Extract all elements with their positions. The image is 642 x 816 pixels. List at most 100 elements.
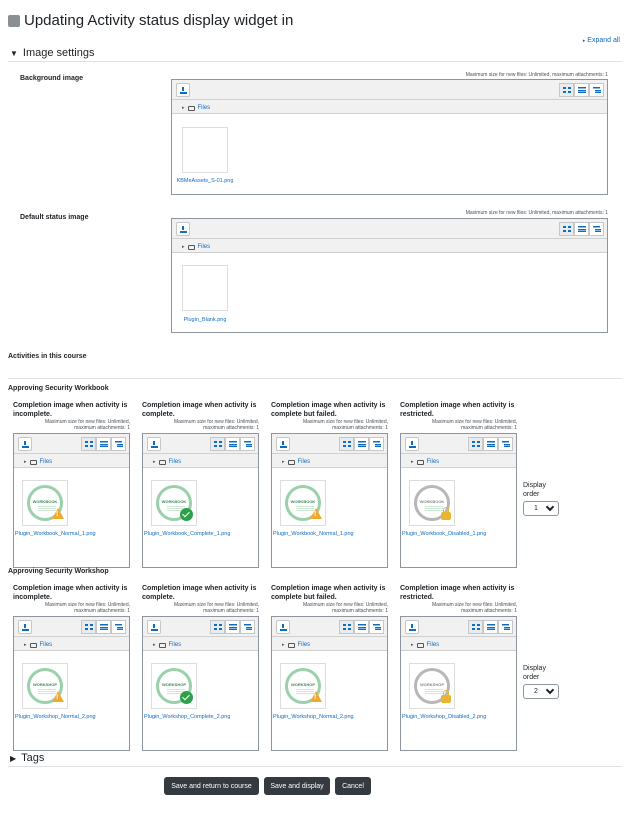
file-thumbnail[interactable]: WORKBOOK	[151, 480, 197, 526]
fm-toolbar	[272, 434, 387, 454]
view-mode-group	[559, 83, 604, 97]
view-details-button[interactable]	[96, 620, 111, 634]
grid-icon	[342, 441, 351, 447]
view-icons-button[interactable]	[210, 620, 225, 634]
add-file-button[interactable]	[18, 620, 32, 634]
view-tree-button[interactable]	[498, 437, 513, 451]
view-icons-button[interactable]	[559, 222, 574, 236]
default-status-filemanager: ▸ Files Plugin_Blank.png	[171, 218, 608, 333]
view-tree-button[interactable]	[589, 83, 604, 97]
file-name[interactable]: Plugin_Blank.png	[175, 317, 235, 324]
view-details-button[interactable]	[354, 437, 369, 451]
view-details-button[interactable]	[574, 83, 589, 97]
add-file-button[interactable]	[147, 437, 161, 451]
file-thumbnail[interactable]: WORKBOOK	[409, 480, 455, 526]
completion-filemanager: ▸ Files WORKSHOP Plugin_Workshop_Normal_2.p…	[13, 616, 130, 751]
file-name[interactable]: Plugin_Workbook_Disabled_1.png	[402, 531, 486, 538]
view-details-button[interactable]	[483, 437, 498, 451]
view-details-button[interactable]	[225, 620, 240, 634]
add-file-button[interactable]	[176, 222, 190, 236]
save-and-display-button[interactable]: Save and display	[264, 777, 330, 795]
activities-heading: Activities in this course	[8, 353, 87, 360]
image-settings-toggle[interactable]: ▼ Image settings	[10, 47, 94, 59]
view-tree-button[interactable]	[369, 437, 384, 451]
add-file-button[interactable]	[405, 620, 419, 634]
check-icon	[180, 508, 193, 521]
view-tree-button[interactable]	[498, 620, 513, 634]
view-tree-button[interactable]	[240, 437, 255, 451]
add-file-button[interactable]	[18, 437, 32, 451]
file-name[interactable]: Plugin_Workshop_Disabled_2.png	[402, 714, 486, 721]
fm-path[interactable]: ▸ Files	[272, 454, 387, 468]
view-icons-button[interactable]	[81, 437, 96, 451]
grid-icon	[471, 624, 480, 630]
completion-filemanager: ▸ Files WORKSHOP Plugin_Workshop_Normal_2.p…	[271, 616, 388, 751]
view-tree-button[interactable]	[589, 222, 604, 236]
file-thumbnail[interactable]: WORKBOOK	[280, 480, 326, 526]
view-icons-button[interactable]	[468, 437, 483, 451]
add-file-button[interactable]	[147, 620, 161, 634]
fm-path[interactable]: ▸ Files	[14, 637, 129, 651]
file-thumbnail[interactable]: WORKSHOP	[409, 663, 455, 709]
add-file-button[interactable]	[276, 620, 290, 634]
view-icons-button[interactable]	[210, 437, 225, 451]
grid-icon	[562, 87, 571, 93]
view-details-button[interactable]	[354, 620, 369, 634]
file-thumbnail[interactable]	[182, 265, 228, 311]
display-order-select[interactable]: 1	[523, 501, 559, 516]
list-icon	[357, 441, 366, 447]
completion-filemanager: ▸ Files WORKBOOK Plugin_Workbook_Disabled_1…	[400, 433, 517, 568]
file-thumbnail[interactable]: WORKSHOP	[22, 663, 68, 709]
files-label: Files	[297, 642, 311, 648]
file-name[interactable]: KBMeAssets_S-01.png	[175, 178, 235, 185]
view-tree-button[interactable]	[369, 620, 384, 634]
workbook-badge-icon: WORKBOOK	[156, 485, 193, 521]
caret-right-icon: ▸	[582, 38, 586, 44]
view-icons-button[interactable]	[339, 437, 354, 451]
file-name[interactable]: Plugin_Workbook_Normal_1.png	[273, 531, 354, 538]
file-thumbnail[interactable]: WORKSHOP	[151, 663, 197, 709]
file-name[interactable]: Plugin_Workshop_Normal_2.png	[15, 714, 96, 721]
add-file-button[interactable]	[405, 437, 419, 451]
view-tree-button[interactable]	[240, 620, 255, 634]
file-name[interactable]: Plugin_Workbook_Complete_1.png	[144, 531, 230, 538]
add-file-button[interactable]	[276, 437, 290, 451]
file-name[interactable]: Plugin_Workshop_Complete_2.png	[144, 714, 230, 721]
file-name[interactable]: Plugin_Workshop_Normal_2.png	[273, 714, 354, 721]
view-details-button[interactable]	[574, 222, 589, 236]
fm-path[interactable]: ▸ Files	[401, 637, 516, 651]
fm-path[interactable]: ▸ Files	[172, 239, 607, 253]
fm-path[interactable]: ▸ Files	[272, 637, 387, 651]
completion-filemanager: ▸ Files WORKBOOK Plugin_Workbook_Normal_1.p…	[271, 433, 388, 568]
view-icons-button[interactable]	[559, 83, 574, 97]
file-thumbnail[interactable]: WORKBOOK	[22, 480, 68, 526]
file-thumbnail[interactable]: WORKSHOP	[280, 663, 326, 709]
view-icons-button[interactable]	[81, 620, 96, 634]
lock-icon	[441, 507, 451, 520]
expand-all-link[interactable]: ▸ Expand all	[583, 37, 620, 44]
activity-icon	[8, 14, 20, 27]
list-icon	[486, 624, 495, 630]
view-icons-button[interactable]	[339, 620, 354, 634]
completion-image-label: Completion image when activity is comple…	[142, 585, 257, 601]
view-icons-button[interactable]	[468, 620, 483, 634]
fm-path[interactable]: ▸ Files	[401, 454, 516, 468]
background-filemanager: ▸ Files KBMeAssets_S-01.png	[171, 79, 608, 195]
view-tree-button[interactable]	[111, 620, 126, 634]
file-name[interactable]: Plugin_Workbook_Normal_1.png	[15, 531, 96, 538]
cancel-button[interactable]: Cancel	[335, 777, 371, 795]
fm-path[interactable]: ▸ Files	[143, 637, 258, 651]
view-details-button[interactable]	[96, 437, 111, 451]
file-thumbnail[interactable]	[182, 127, 228, 173]
view-tree-button[interactable]	[111, 437, 126, 451]
fm-path[interactable]: ▸ Files	[143, 454, 258, 468]
fm-path[interactable]: ▸ Files	[14, 454, 129, 468]
badge-text: WORKBOOK	[161, 499, 187, 504]
view-details-button[interactable]	[483, 620, 498, 634]
view-details-button[interactable]	[225, 437, 240, 451]
display-order-select[interactable]: 2	[523, 684, 559, 699]
fm-path[interactable]: ▸ Files	[172, 100, 607, 114]
save-and-return-button[interactable]: Save and return to course	[164, 777, 259, 795]
add-file-button[interactable]	[176, 83, 190, 97]
tags-toggle[interactable]: ▶ Tags	[10, 752, 44, 764]
